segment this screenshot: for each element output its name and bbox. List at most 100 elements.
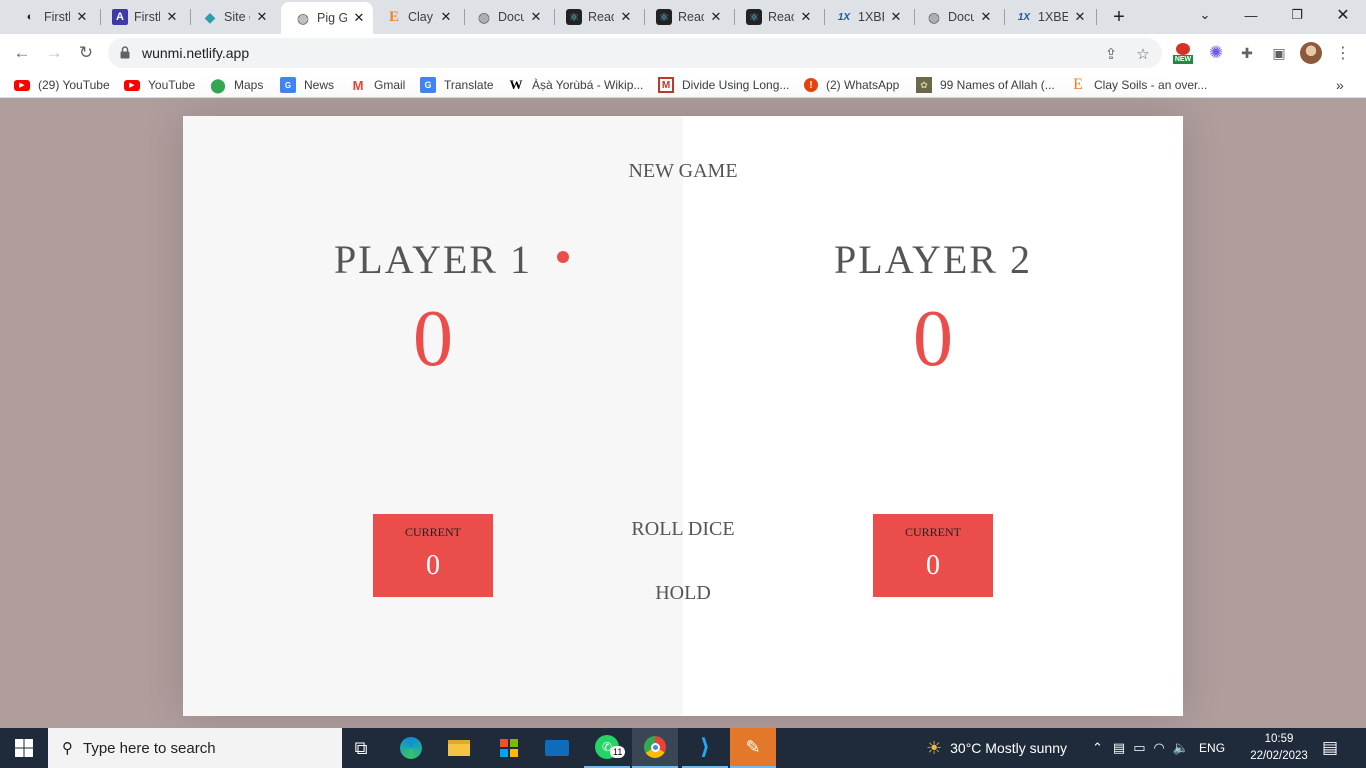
tab-title: Docu [948,10,974,24]
volume-icon[interactable]: 🔈 [1173,740,1189,756]
browser-tab[interactable]: A Firstb ✕ [98,4,186,30]
close-icon[interactable]: ✕ [438,9,454,25]
browser-tab[interactable]: ◍ Docu ✕ [912,4,1000,30]
close-icon[interactable]: ✕ [888,9,904,25]
reload-button[interactable]: ↻ [74,41,98,65]
tab-title: React [588,10,614,24]
clock[interactable]: 10:59 22/02/2023 [1240,731,1318,765]
star-icon[interactable]: ☆ [1134,45,1152,63]
puzzle-icon[interactable]: ✚ [1236,42,1258,64]
bookmark-item[interactable]: ! (2) WhatsApp [804,76,899,94]
new-tab-button[interactable]: + [1108,6,1130,28]
close-icon[interactable]: ✕ [1072,9,1088,25]
hold-button[interactable]: HOLD [583,582,783,605]
task-view-icon[interactable]: ⧉ [338,728,384,768]
clock-time: 10:59 [1264,733,1294,745]
mail-icon[interactable] [534,728,580,768]
side-panel-icon[interactable]: ▣ [1268,42,1290,64]
extension-new-icon[interactable]: NEW [1172,42,1194,64]
notifications-icon[interactable]: ▤ [1322,728,1338,768]
browser-tab[interactable]: ◍ Docu ✕ [462,4,550,30]
bookmark-item[interactable]: ⬤ Maps [210,76,263,94]
tab-title: React [678,10,704,24]
player-1-current-box: CURRENT 0 [373,514,493,597]
maps-icon: ⬤ [210,76,226,93]
close-icon[interactable]: ✕ [164,9,180,25]
player-1-current-score: 0 [426,550,440,581]
file-explorer-icon[interactable] [436,728,482,768]
browser-tab[interactable]: ⚛ React ✕ [642,4,730,30]
language-indicator[interactable]: ENG [1199,741,1225,755]
whatsapp-icon[interactable]: ✆ 11 [584,728,630,768]
react-icon: ⚛ [656,9,672,25]
new-game-button[interactable]: NEW GAME [583,160,783,183]
browser-tab-active[interactable]: ◍ Pig G ✕ [281,2,373,34]
tab-title: Firstb [134,10,160,24]
more-bookmarks-icon[interactable]: » [1336,76,1344,94]
browser-tab[interactable]: ⚛ React ✕ [552,4,640,30]
browser-tab[interactable]: 1X 1XBE ✕ [1002,4,1094,30]
firstbank-icon: ◐ [26,11,34,23]
forward-button[interactable]: → [42,41,66,65]
browser-tab[interactable]: 1X 1XBE ✕ [822,4,910,30]
edge-icon[interactable] [388,728,434,768]
browser-tab[interactable]: ◆ Site c ✕ [188,4,276,30]
restore-button[interactable]: ❐ [1274,0,1320,30]
browser-tab[interactable]: E Clay ✕ [372,4,460,30]
store-icon[interactable] [486,728,532,768]
tab-title: Reac [768,10,794,24]
tab-title: 1XBE [858,10,884,24]
browser-tab[interactable]: ⚛ Reac ✕ [732,4,820,30]
bookmark-item[interactable]: M Divide Using Long... [658,76,789,94]
address-bar[interactable]: wunmi.netlify.app ⇪ ☆ [108,38,1162,68]
close-icon[interactable]: ✕ [978,9,994,25]
browser-tab[interactable]: ◐ Firstb ✕ [8,4,96,30]
url-text: wunmi.netlify.app [142,45,250,61]
close-icon[interactable]: ✕ [74,9,90,25]
bookmark-item[interactable]: M Gmail [350,76,406,94]
taskbar-search[interactable]: ⚲ Type here to search [48,728,342,768]
menu-icon[interactable]: ⋮ [1332,42,1354,64]
taskbar: ⚲ Type here to search ⧉ ✆ 11 ⟩ ✎ ☀ 30°C … [0,728,1366,768]
bookmark-item[interactable]: W Àṣà Yorùbá - Wikip... [508,76,644,94]
meet-icon[interactable]: ▤ [1113,740,1125,756]
close-icon[interactable]: ✕ [528,9,544,25]
avatar[interactable] [1300,42,1322,64]
chrome-icon[interactable] [632,728,678,768]
whatsapp-badge: 11 [610,746,626,758]
share-icon[interactable]: ⇪ [1102,45,1120,63]
close-icon[interactable]: ✕ [708,9,724,25]
sparkle-extension-icon[interactable]: ✺ [1205,42,1227,64]
close-icon[interactable]: ✕ [254,9,270,25]
bookmark-item[interactable]: ▶ YouTube [124,76,195,94]
start-button[interactable] [0,728,48,768]
bookmark-item[interactable]: G Translate [420,76,494,94]
battery-icon[interactable]: ▭ [1133,740,1145,756]
bookmark-item[interactable]: ▶ (29) YouTube [14,76,110,94]
current-label: CURRENT [404,525,461,539]
vscode-icon[interactable]: ⟩ [682,728,728,768]
wifi-icon[interactable]: ◠ [1154,740,1165,756]
search-placeholder: Type here to search [83,739,216,757]
wikipedia-icon: W [509,77,523,92]
react-icon: ⚛ [566,9,582,25]
minimize-button[interactable]: — [1228,0,1274,30]
bookmark-item[interactable]: E Clay Soils - an over... [1070,76,1207,94]
player-1-panel: PLAYER 1 0 CURRENT 0 [183,116,683,716]
bookmark-item[interactable]: G News [280,76,334,94]
close-icon[interactable]: ✕ [351,10,367,26]
close-icon[interactable]: ✕ [618,9,634,25]
player-2-name: PLAYER 2 [834,237,1032,282]
weather-widget[interactable]: ☀ 30°C Mostly sunny [926,728,1067,768]
bookmark-item[interactable]: ✿ 99 Names of Allah (... [916,76,1055,94]
tab-search-button[interactable]: ⌄ [1182,0,1228,30]
close-icon[interactable]: ✕ [798,9,814,25]
close-window-button[interactable]: ✕ [1320,0,1366,30]
paint-app-icon[interactable]: ✎ [730,728,776,768]
lock-icon [120,46,130,59]
back-button[interactable]: ← [10,41,34,65]
search-icon: ⚲ [62,740,73,757]
show-hidden-icons[interactable]: ⌃ [1092,740,1103,756]
globe-icon: ◍ [296,9,310,26]
roll-dice-button[interactable]: ROLL DICE [583,518,783,541]
